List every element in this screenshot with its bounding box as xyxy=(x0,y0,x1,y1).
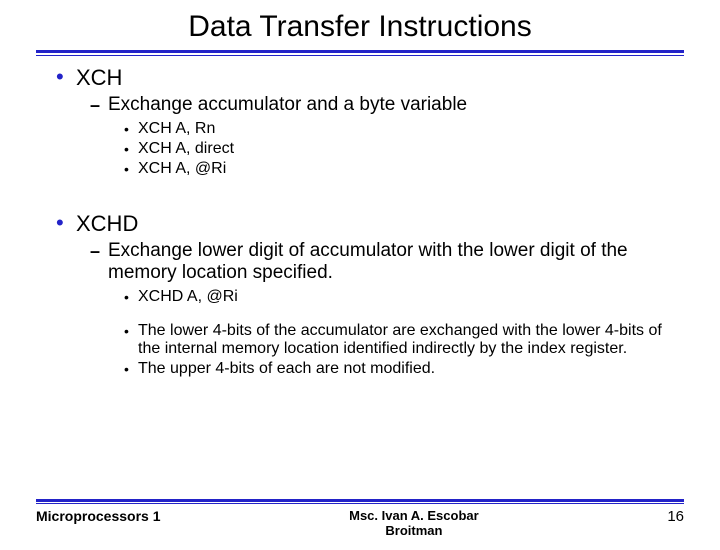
item-text: XCH A, direct xyxy=(138,140,684,158)
dot-icon: • xyxy=(124,120,138,138)
item-xchd-ri: • XCHD A, @Ri xyxy=(124,288,684,306)
dot-icon: • xyxy=(124,322,138,340)
page-number: 16 xyxy=(667,508,684,525)
item-xch-rn: • XCH A, Rn xyxy=(124,120,684,138)
subbullet-text: Exchange lower digit of accumulator with… xyxy=(108,240,684,284)
note-text: The lower 4-bits of the accumulator are … xyxy=(138,322,684,358)
bullet-text: XCH xyxy=(76,66,122,90)
footer-center: Msc. Ivan A. EscobarBroitman xyxy=(169,508,660,538)
item-text: XCH A, @Ri xyxy=(138,160,684,178)
bullet-icon: • xyxy=(56,66,76,88)
bullet-xchd: • XCHD xyxy=(56,212,684,236)
subbullet-xchd-desc: – Exchange lower digit of accumulator wi… xyxy=(90,240,684,284)
slide-title: Data Transfer Instructions xyxy=(36,10,684,44)
note-upper-bits: • The upper 4-bits of each are not modif… xyxy=(124,360,684,378)
item-text: XCHD A, @Ri xyxy=(138,288,684,306)
item-xch-direct: • XCH A, direct xyxy=(124,140,684,158)
note-text: The upper 4-bits of each are not modifie… xyxy=(138,360,684,378)
dot-icon: • xyxy=(124,360,138,378)
dot-icon: • xyxy=(124,140,138,158)
footer-left: Microprocessors 1 xyxy=(36,508,161,524)
dot-icon: • xyxy=(124,160,138,178)
title-rule xyxy=(36,50,684,56)
bullet-icon: • xyxy=(56,212,76,234)
bullet-text: XCHD xyxy=(76,212,138,236)
subbullet-text: Exchange accumulator and a byte variable xyxy=(108,94,684,116)
content-area: • XCH – Exchange accumulator and a byte … xyxy=(36,66,684,378)
dash-icon: – xyxy=(90,240,108,262)
subbullet-xch-desc: – Exchange accumulator and a byte variab… xyxy=(90,94,684,116)
item-xch-ri: • XCH A, @Ri xyxy=(124,160,684,178)
dash-icon: – xyxy=(90,94,108,116)
note-lower-bits: • The lower 4-bits of the accumulator ar… xyxy=(124,322,684,358)
slide: Data Transfer Instructions • XCH – Excha… xyxy=(0,10,720,550)
footer: Microprocessors 1 Msc. Ivan A. EscobarBr… xyxy=(36,499,684,538)
dot-icon: • xyxy=(124,288,138,306)
item-text: XCH A, Rn xyxy=(138,120,684,138)
bullet-xch: • XCH xyxy=(56,66,684,90)
